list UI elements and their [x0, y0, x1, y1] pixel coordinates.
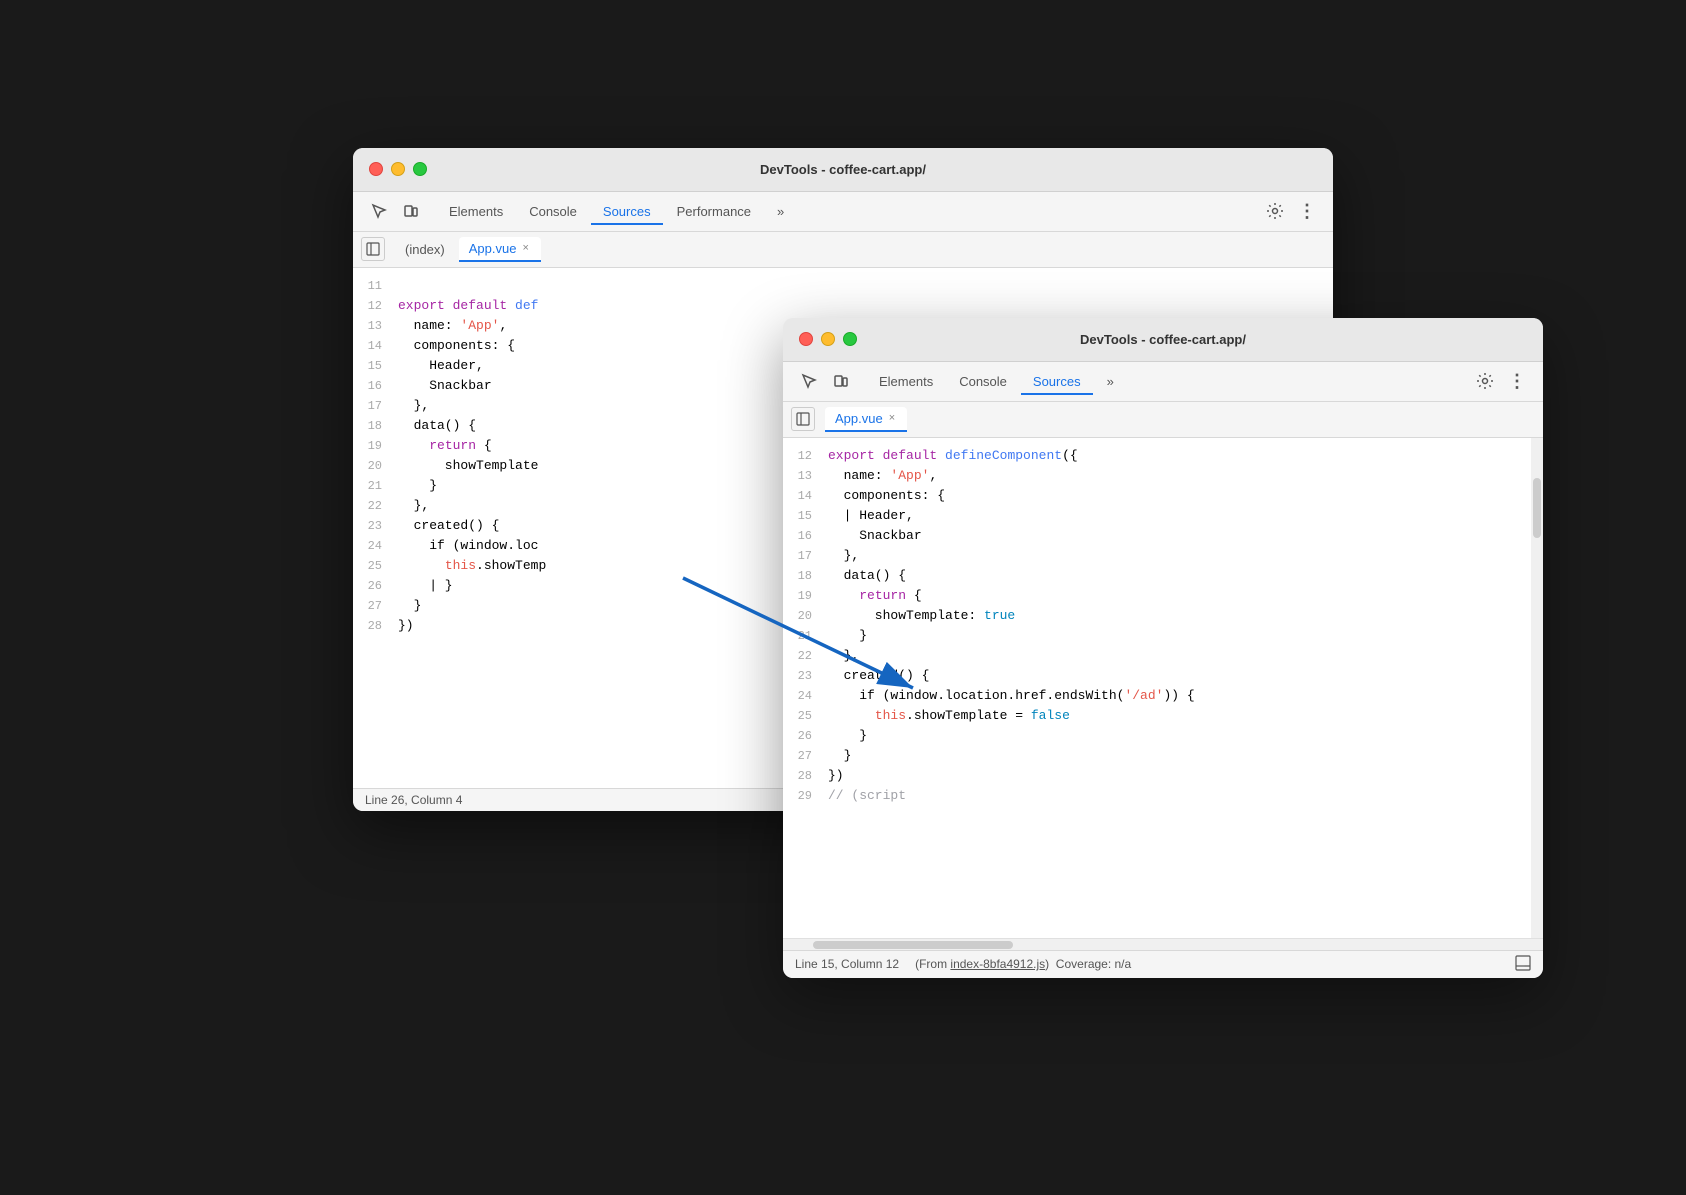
device-icon[interactable]	[397, 197, 425, 225]
window-title-back: DevTools - coffee-cart.app/	[760, 162, 926, 177]
main-toolbar-back: Elements Console Sources Performance » ⋮	[353, 192, 1333, 232]
devtools-window-front: DevTools - coffee-cart.app/ Elements Con…	[783, 318, 1543, 978]
front-line-14: 14 components: {	[783, 486, 1543, 506]
traffic-lights-front	[799, 332, 857, 346]
code-area-front: 12export default defineComponent({ 13 na…	[783, 438, 1543, 938]
status-link-front[interactable]: index-8bfa4912.js	[950, 957, 1045, 971]
main-toolbar-front: Elements Console Sources » ⋮	[783, 362, 1543, 402]
close-button-back[interactable]	[369, 162, 383, 176]
tab-elements-front[interactable]: Elements	[867, 368, 945, 395]
file-tab-appvue-back[interactable]: App.vue ×	[459, 237, 541, 262]
more-icon-front[interactable]: ⋮	[1503, 367, 1531, 395]
toolbar-right-back: ⋮	[1261, 197, 1321, 225]
tab-elements-back[interactable]: Elements	[437, 198, 515, 225]
tab-more-front[interactable]: »	[1095, 368, 1126, 395]
tab-bar-back: Elements Console Sources Performance »	[437, 198, 1257, 225]
code-line-12: 12export default def	[353, 296, 1333, 316]
front-line-17: 17 },	[783, 546, 1543, 566]
status-position-back: Line 26, Column 4	[365, 793, 462, 807]
code-line-11: 11	[353, 276, 1333, 296]
inspect-icon-front[interactable]	[795, 367, 823, 395]
front-line-19: 19 return {	[783, 586, 1543, 606]
file-tab-index-back[interactable]: (index)	[395, 238, 455, 261]
settings-icon-back[interactable]	[1261, 197, 1289, 225]
file-tab-bar-back: (index) App.vue ×	[353, 232, 1333, 268]
status-from-front: (From index-8bfa4912.js) Coverage: n/a	[915, 957, 1131, 971]
scrollbar-thumb-front[interactable]	[1533, 478, 1541, 538]
front-line-21: 21 }	[783, 626, 1543, 646]
file-tab-close-front[interactable]: ×	[887, 411, 897, 425]
status-bar-front: Line 15, Column 12 (From index-8bfa4912.…	[783, 950, 1543, 978]
minimize-button-front[interactable]	[821, 332, 835, 346]
tab-performance-back[interactable]: Performance	[665, 198, 763, 225]
front-line-29: 29// (script	[783, 786, 1543, 806]
settings-icon-front[interactable]	[1471, 367, 1499, 395]
traffic-lights-back	[369, 162, 427, 176]
close-button-front[interactable]	[799, 332, 813, 346]
front-line-16: 16 Snackbar	[783, 526, 1543, 546]
status-position-front: Line 15, Column 12	[795, 957, 899, 971]
front-line-22: 22 },	[783, 646, 1543, 666]
front-line-20: 20 showTemplate: true	[783, 606, 1543, 626]
maximize-button-back[interactable]	[413, 162, 427, 176]
titlebar-front: DevTools - coffee-cart.app/	[783, 318, 1543, 362]
front-line-23: 23 created() {	[783, 666, 1543, 686]
window-title-front: DevTools - coffee-cart.app/	[1080, 332, 1246, 347]
front-line-13: 13 name: 'App',	[783, 466, 1543, 486]
sidebar-toggle-back[interactable]	[361, 237, 385, 261]
file-tab-close-back[interactable]: ×	[520, 241, 530, 255]
inspect-icon[interactable]	[365, 197, 393, 225]
drawer-icon-front[interactable]	[1515, 955, 1531, 974]
front-line-27: 27 }	[783, 746, 1543, 766]
sidebar-toggle-front[interactable]	[791, 407, 815, 431]
front-line-24: 24 if (window.location.href.endsWith('/a…	[783, 686, 1543, 706]
tab-more-back[interactable]: »	[765, 198, 796, 225]
more-icon-back[interactable]: ⋮	[1293, 197, 1321, 225]
minimize-button-back[interactable]	[391, 162, 405, 176]
front-line-28: 28})	[783, 766, 1543, 786]
file-tab-appvue-front[interactable]: App.vue ×	[825, 407, 907, 432]
scrollbar-front[interactable]	[1531, 438, 1543, 938]
toolbar-right-front: ⋮	[1471, 367, 1531, 395]
front-line-26: 26 }	[783, 726, 1543, 746]
tab-console-front[interactable]: Console	[947, 368, 1019, 395]
front-line-18: 18 data() {	[783, 566, 1543, 586]
device-icon-front[interactable]	[827, 367, 855, 395]
tab-bar-front: Elements Console Sources »	[867, 368, 1467, 395]
front-line-15: 15 | Header,	[783, 506, 1543, 526]
file-tab-bar-front: App.vue ×	[783, 402, 1543, 438]
tab-sources-front[interactable]: Sources	[1021, 368, 1093, 395]
front-line-25: 25 this.showTemplate = false	[783, 706, 1543, 726]
maximize-button-front[interactable]	[843, 332, 857, 346]
front-line-12: 12export default defineComponent({	[783, 446, 1543, 466]
titlebar-back: DevTools - coffee-cart.app/	[353, 148, 1333, 192]
tab-sources-back[interactable]: Sources	[591, 198, 663, 225]
tab-console-back[interactable]: Console	[517, 198, 589, 225]
